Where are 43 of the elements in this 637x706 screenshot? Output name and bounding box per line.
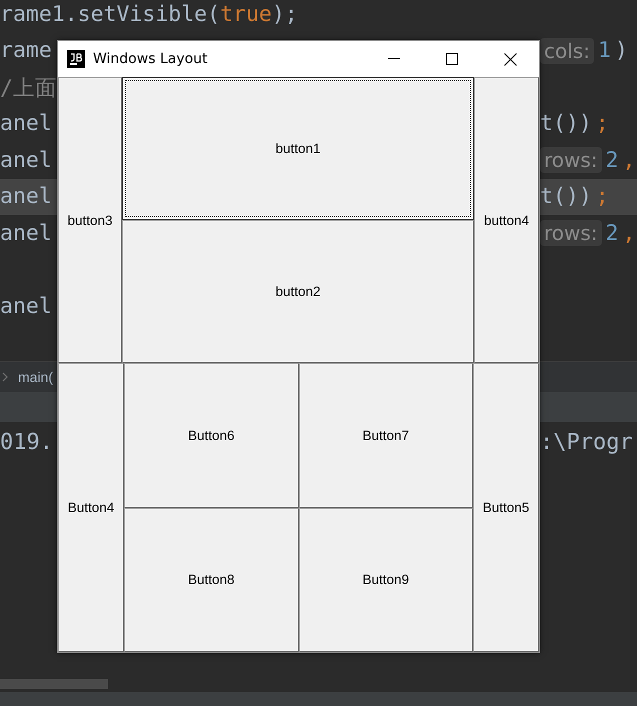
window-title: Windows Layout <box>93 51 209 67</box>
code-text: t()) <box>540 111 592 136</box>
east-button[interactable]: button4 <box>474 77 539 363</box>
grid-button[interactable]: Button6 <box>124 363 298 508</box>
grid-button[interactable]: Button9 <box>298 508 473 652</box>
app-logo-icon <box>67 50 85 68</box>
parameter-hint: cols: <box>540 38 594 64</box>
code-text: anel <box>0 148 52 173</box>
code-text: ); <box>272 2 298 27</box>
code-text: /上面 <box>0 74 57 102</box>
code-text: 2 <box>606 220 618 246</box>
console-text: 019. <box>0 430 53 455</box>
center-button[interactable]: button1 <box>122 77 474 220</box>
code-text: true <box>220 2 272 27</box>
parameter-hint: rows: <box>540 147 602 174</box>
code-text: anel <box>0 111 52 136</box>
maximize-icon <box>446 53 458 65</box>
code-text: 1 <box>598 38 611 64</box>
code-text: , <box>622 220 636 246</box>
parameter-hint: rows: <box>540 220 602 246</box>
east-button[interactable]: Button5 <box>473 363 539 652</box>
console-text: :\Progr <box>540 430 633 455</box>
grid-button[interactable]: Button8 <box>124 508 298 652</box>
code-text: ; <box>596 184 609 210</box>
breadcrumb-item[interactable]: main( <box>18 369 54 385</box>
code-text: , <box>622 148 636 173</box>
scrollbar-thumb[interactable] <box>0 679 108 689</box>
close-icon <box>504 52 516 66</box>
code-text: ) <box>614 38 628 64</box>
code-text: anel <box>0 294 52 319</box>
west-button[interactable]: button3 <box>58 77 122 363</box>
code-text: rame1.setVisible( <box>0 2 220 27</box>
code-text: rame <box>0 38 52 64</box>
code-text: t()) <box>540 184 592 210</box>
code-text: 2 <box>606 148 618 173</box>
code-text: ; <box>596 111 609 136</box>
code-text: anel <box>0 184 52 210</box>
minimize-icon <box>388 58 400 60</box>
grid-button[interactable]: Button7 <box>298 363 473 508</box>
chevron-icon <box>2 372 8 382</box>
center-button[interactable]: button2 <box>122 220 474 363</box>
code-text: anel <box>0 220 52 246</box>
west-button[interactable]: Button4 <box>58 363 124 652</box>
